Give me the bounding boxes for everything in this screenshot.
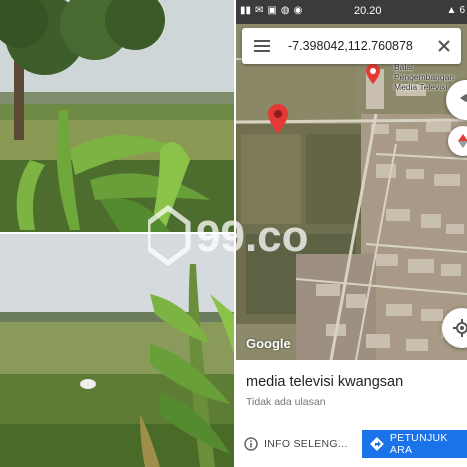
photo-field-top xyxy=(0,0,234,232)
menu-button[interactable] xyxy=(242,28,282,64)
search-bar[interactable]: -7.398042,112.760878 xyxy=(242,28,461,64)
signal-icon: ▲ xyxy=(446,5,457,16)
hamburger-icon xyxy=(254,40,270,52)
location-pin-icon[interactable] xyxy=(268,104,288,134)
directions-icon xyxy=(370,437,384,451)
watermark-text: 99.co xyxy=(196,212,309,261)
watermark-logo: 99.co xyxy=(145,203,318,273)
chat-icon: ◉ xyxy=(293,5,303,16)
notification-icons: ▮▮ ✉ ▣ ◍ ◉ xyxy=(240,5,302,17)
whatsapp-icon: ◍ xyxy=(280,5,290,16)
map-place-label-line1: Balai Pengembangan xyxy=(394,62,455,82)
field-photo-top-image xyxy=(0,0,234,232)
clear-search-button[interactable] xyxy=(427,28,461,64)
close-icon xyxy=(438,40,450,52)
message-icon: ✉ xyxy=(255,5,264,16)
more-info-label: INFO SELENG... xyxy=(264,438,348,450)
my-location-icon xyxy=(453,319,467,337)
directions-label: PETUNJUK ARA xyxy=(389,432,448,456)
watermark-graphic: 99.co xyxy=(145,204,309,267)
signal-bars-icon: ▮▮ xyxy=(240,5,252,16)
image-icon: ▣ xyxy=(267,5,277,16)
place-reviews: Tidak ada ulasan xyxy=(246,396,326,408)
more-info-button[interactable]: INFO SELENG... xyxy=(244,430,366,458)
place-marker-icon[interactable] xyxy=(366,64,380,84)
info-icon xyxy=(244,437,258,451)
place-info-panel: media televisi kwangsan Tidak ada ulasan… xyxy=(236,360,467,467)
battery-level: 6 xyxy=(459,5,465,16)
layers-icon xyxy=(460,94,467,102)
status-right: ▲ 6 xyxy=(447,5,465,16)
status-bar: ▮▮ ✉ ▣ ◍ ◉ 20.20 ▲ 6 xyxy=(236,0,467,24)
directions-button[interactable]: PETUNJUK ARA xyxy=(362,430,467,458)
compass-icon xyxy=(458,134,467,148)
place-title: media televisi kwangsan xyxy=(246,374,404,390)
search-input[interactable]: -7.398042,112.760878 xyxy=(282,39,427,53)
status-time: 20.20 xyxy=(354,5,382,17)
google-logo: Google xyxy=(246,336,291,351)
